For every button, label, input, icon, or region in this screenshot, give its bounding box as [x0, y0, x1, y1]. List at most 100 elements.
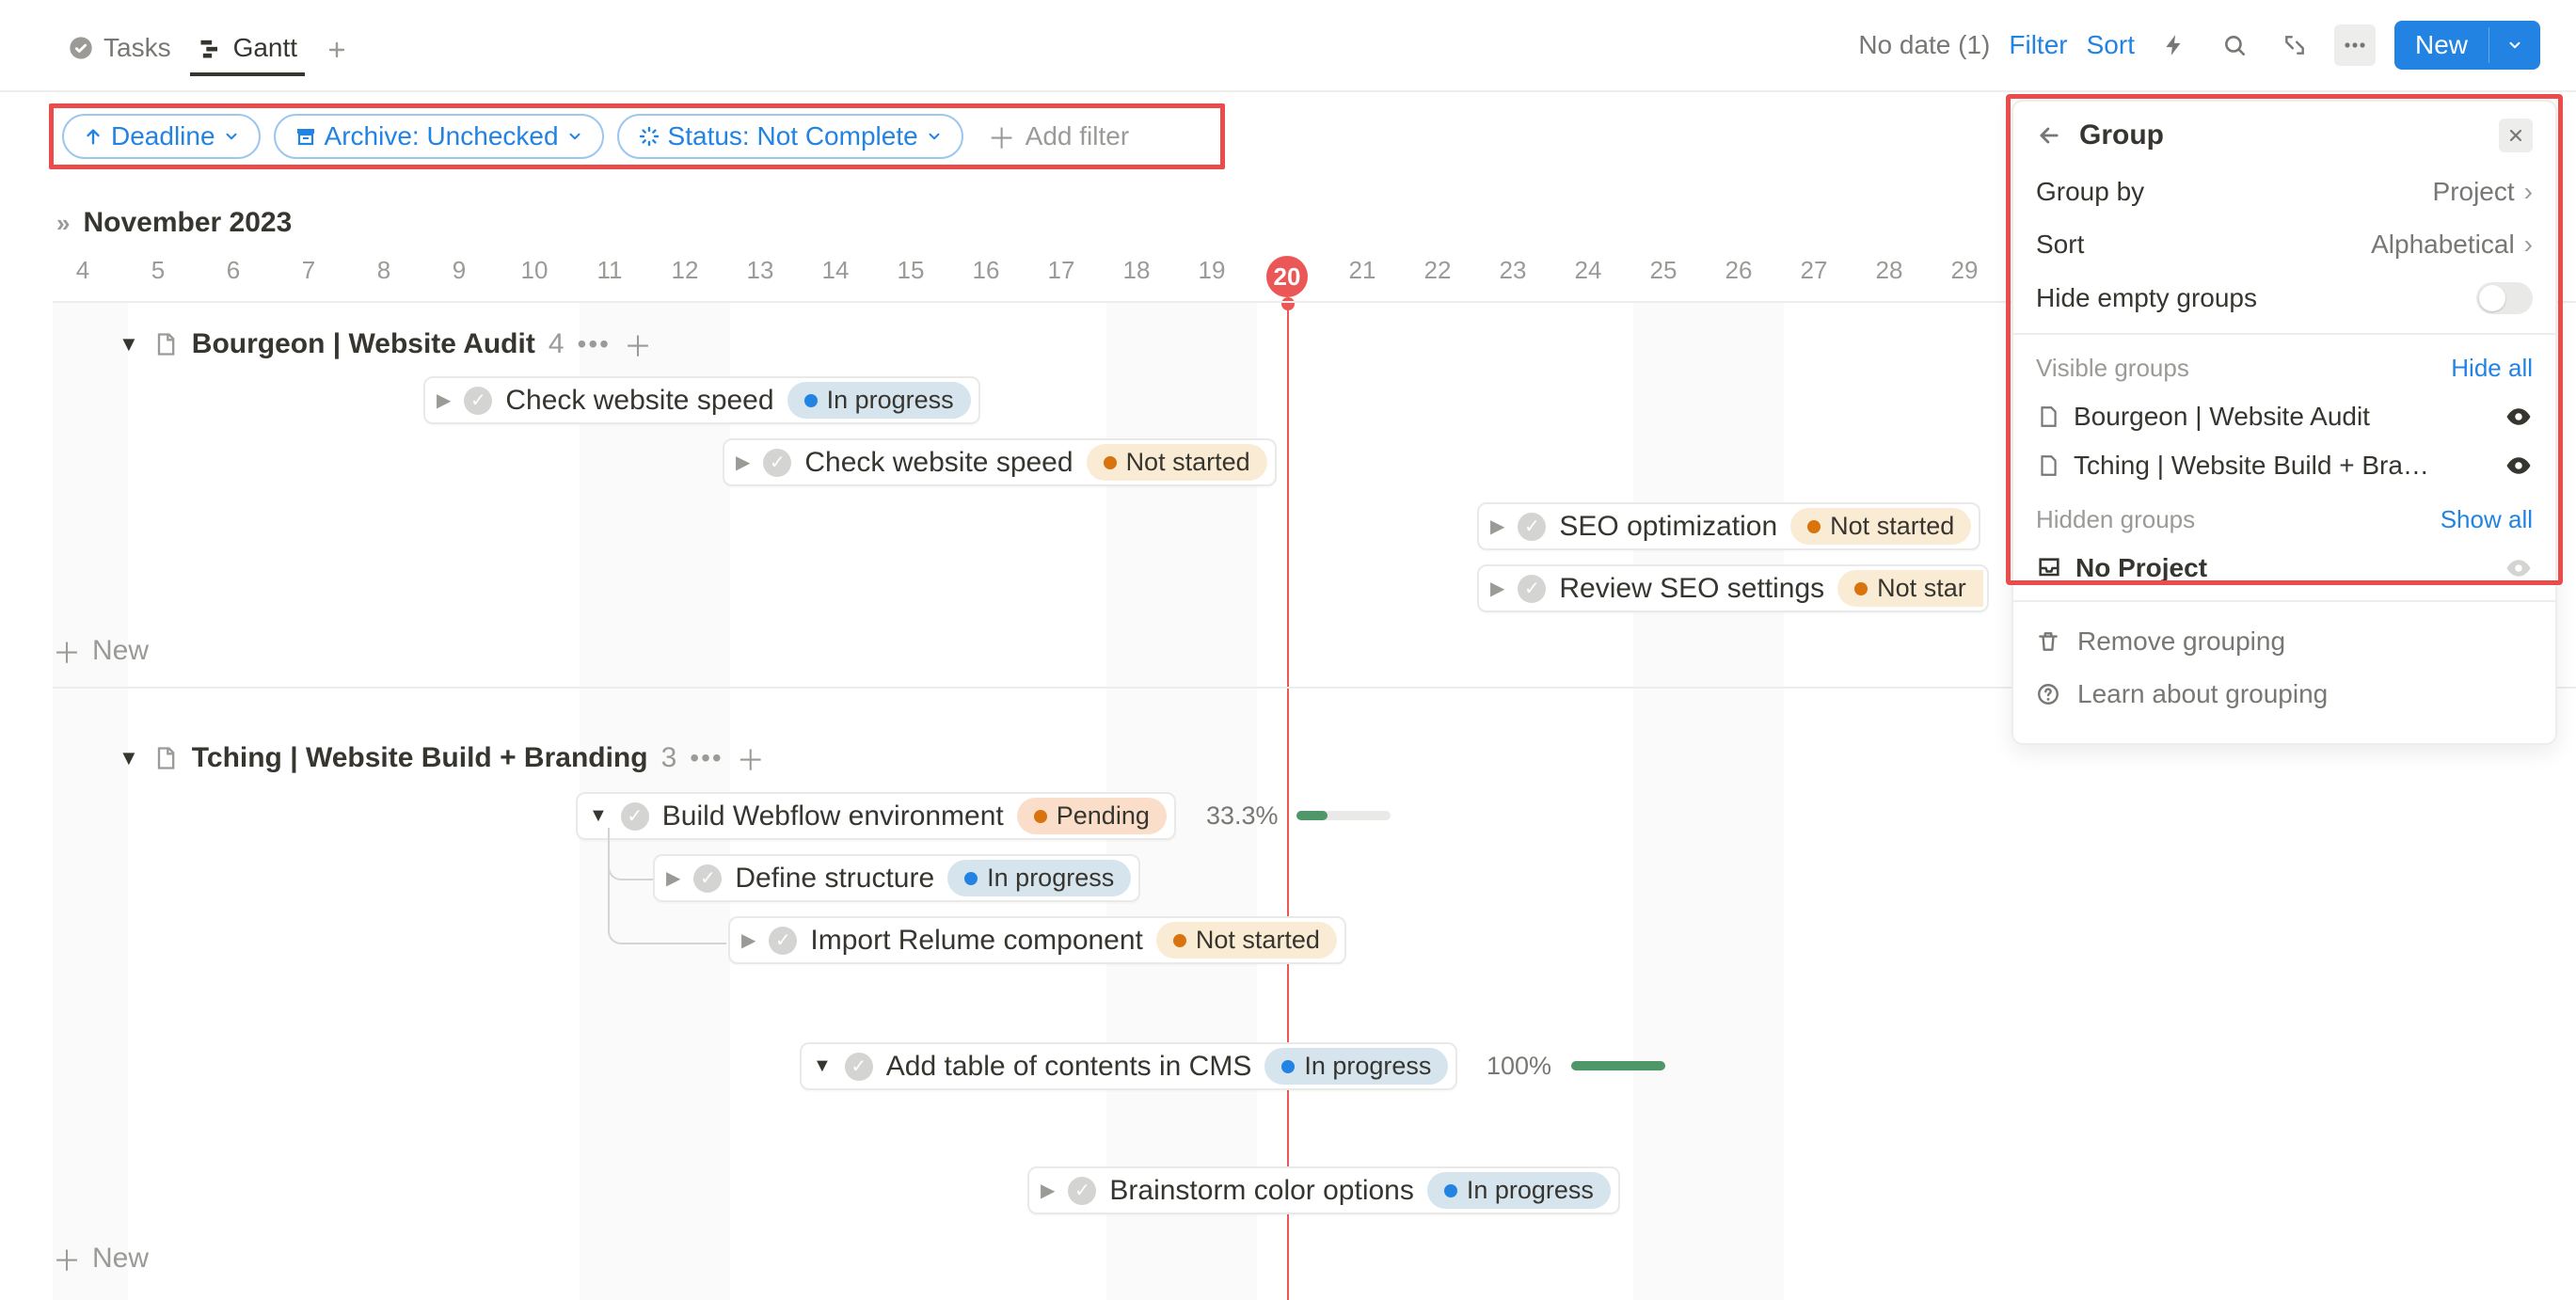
hide-all-link[interactable]: Hide all	[2451, 354, 2533, 383]
add-task-icon[interactable]: ＋	[624, 324, 652, 365]
task-checkbox[interactable]: ✓	[769, 927, 797, 955]
expand-triangle-icon[interactable]: ▶	[736, 451, 750, 474]
task-card[interactable]: ▶ ✓ SEO optimization Not started	[1477, 502, 1980, 550]
task-card[interactable]: ▶ ✓ Check website speed In progress	[423, 376, 980, 424]
visible-group-item[interactable]: Tching | Website Build + Bra…	[2036, 441, 2533, 490]
day-label[interactable]: 22	[1424, 256, 1452, 285]
add-filter-button[interactable]: ＋ Add filter	[977, 110, 1141, 163]
task-title: Review SEO settings	[1559, 573, 1824, 605]
task-card[interactable]: ▶ ✓ Brainstorm color options In progress	[1027, 1166, 1620, 1214]
sort-label: Sort	[2036, 230, 2084, 260]
new-button[interactable]: New	[2394, 21, 2540, 70]
task-card[interactable]: ▶ ✓ Import Relume component Not started	[728, 916, 1346, 964]
task-checkbox[interactable]: ✓	[845, 1053, 873, 1081]
filter-chip-deadline[interactable]: Deadline	[62, 114, 261, 159]
task-checkbox[interactable]: ✓	[1518, 513, 1546, 541]
add-view-button[interactable]	[316, 33, 358, 67]
tab-tasks[interactable]: Tasks	[60, 24, 179, 76]
gantt-month-header[interactable]: » November 2023	[56, 207, 292, 239]
task-checkbox[interactable]: ✓	[621, 802, 649, 831]
day-label[interactable]: 25	[1650, 256, 1678, 285]
day-label[interactable]: 29	[1951, 256, 1979, 285]
expand-triangle-icon[interactable]: ▶	[1490, 577, 1504, 600]
panel-row-sort[interactable]: Sort Alphabetical›	[2036, 218, 2533, 271]
task-card[interactable]: ▶ ✓ Review SEO settings Not star	[1477, 564, 1989, 612]
task-checkbox[interactable]: ✓	[1518, 575, 1546, 603]
day-label[interactable]: 17	[1048, 256, 1075, 285]
add-task-icon[interactable]: ＋	[737, 737, 765, 779]
collapse-triangle-icon[interactable]: ▼	[589, 805, 608, 827]
task-checkbox[interactable]: ✓	[763, 449, 791, 477]
filter-chip-archive[interactable]: Archive: Unchecked	[274, 114, 604, 159]
task-checkbox[interactable]: ✓	[464, 387, 492, 415]
day-label[interactable]: 27	[1801, 256, 1828, 285]
day-label[interactable]: 15	[898, 256, 925, 285]
task-card[interactable]: ▶ ✓ Check website speed Not started	[723, 438, 1277, 486]
day-label[interactable]: 12	[672, 256, 699, 285]
day-label[interactable]: 21	[1349, 256, 1376, 285]
automations-icon[interactable]	[2154, 24, 2195, 66]
expand-triangle-icon[interactable]: ▶	[1490, 515, 1504, 538]
visible-group-item[interactable]: Bourgeon | Website Audit	[2036, 392, 2533, 441]
hide-empty-label: Hide empty groups	[2036, 283, 2257, 313]
collapse-triangle-icon[interactable]: ▼	[813, 1055, 832, 1077]
search-icon[interactable]	[2214, 24, 2255, 66]
tab-gantt[interactable]: Gantt	[190, 24, 305, 76]
more-icon[interactable]: •••	[578, 329, 611, 359]
expand-triangle-icon[interactable]: ▶	[437, 388, 451, 412]
task-card[interactable]: ▶ ✓ Define structure In progress	[653, 854, 1140, 902]
expand-icon[interactable]	[2274, 24, 2315, 66]
day-label[interactable]: 10	[521, 256, 549, 285]
day-label[interactable]: 9	[453, 256, 466, 285]
sort-link[interactable]: Sort	[2087, 30, 2135, 60]
task-card[interactable]: ▼ ✓ Add table of contents in CMS In prog…	[800, 1042, 1457, 1090]
day-label-today[interactable]: 20	[1266, 256, 1308, 297]
collapse-triangle-icon[interactable]: ▼	[119, 332, 139, 357]
day-label[interactable]: 28	[1876, 256, 1903, 285]
show-all-link[interactable]: Show all	[2441, 505, 2533, 534]
panel-row-group-by[interactable]: Group by Project›	[2036, 166, 2533, 218]
day-label[interactable]: 5	[151, 256, 165, 285]
eye-icon[interactable]	[2504, 403, 2533, 431]
day-label[interactable]: 18	[1123, 256, 1151, 285]
day-label[interactable]: 7	[302, 256, 315, 285]
day-label[interactable]: 19	[1199, 256, 1226, 285]
learn-grouping-button[interactable]: Learn about grouping	[2036, 668, 2533, 721]
new-task-row[interactable]: ＋ New	[53, 630, 149, 672]
task-checkbox[interactable]: ✓	[1068, 1177, 1096, 1205]
day-label[interactable]: 24	[1575, 256, 1602, 285]
group-header[interactable]: ▼ Tching | Website Build + Branding 3 ••…	[119, 737, 765, 779]
day-label[interactable]: 23	[1500, 256, 1527, 285]
back-arrow-icon[interactable]	[2036, 122, 2062, 149]
group-header[interactable]: ▼ Bourgeon | Website Audit 4 ••• ＋	[119, 324, 652, 365]
filter-link[interactable]: Filter	[2009, 30, 2067, 60]
day-label[interactable]: 13	[747, 256, 774, 285]
more-options-icon[interactable]	[2334, 24, 2376, 66]
day-label[interactable]: 6	[227, 256, 240, 285]
day-label[interactable]: 16	[973, 256, 1000, 285]
task-checkbox[interactable]: ✓	[693, 864, 722, 893]
eye-icon[interactable]	[2504, 452, 2533, 480]
filter-deadline-label: Deadline	[111, 121, 215, 151]
day-label[interactable]: 11	[597, 256, 623, 285]
new-button-caret[interactable]	[2489, 27, 2540, 63]
day-label[interactable]: 26	[1725, 256, 1753, 285]
expand-triangle-icon[interactable]: ▶	[666, 866, 680, 890]
day-label[interactable]: 4	[76, 256, 89, 285]
filter-chip-status[interactable]: Status: Not Complete	[617, 114, 963, 159]
no-date-indicator[interactable]: No date (1)	[1858, 30, 1990, 60]
remove-grouping-button[interactable]: Remove grouping	[2036, 615, 2533, 668]
more-icon[interactable]: •••	[690, 743, 723, 773]
hidden-group-item[interactable]: No Project	[2036, 544, 2533, 593]
day-label[interactable]: 8	[377, 256, 390, 285]
expand-triangle-icon[interactable]: ▶	[1041, 1179, 1055, 1202]
day-label[interactable]: 14	[822, 256, 850, 285]
page-icon	[152, 331, 179, 357]
tab-gantt-label: Gantt	[233, 33, 297, 63]
expand-triangle-icon[interactable]: ▶	[741, 928, 755, 952]
hide-empty-toggle[interactable]	[2476, 282, 2533, 314]
eye-off-icon[interactable]	[2504, 554, 2533, 582]
close-icon[interactable]	[2499, 119, 2533, 152]
new-task-row[interactable]: ＋ New	[53, 1238, 149, 1279]
collapse-triangle-icon[interactable]: ▼	[119, 746, 139, 770]
